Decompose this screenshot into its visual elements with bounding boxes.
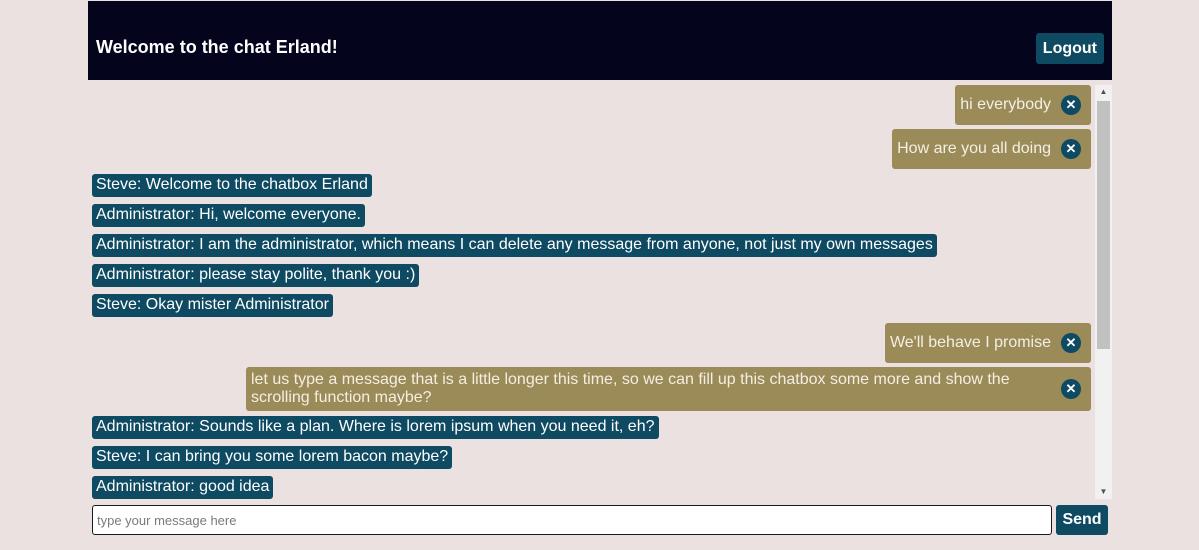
own-message-bubble: hi everybody ✕ — [955, 85, 1091, 125]
close-icon[interactable]: ✕ — [1061, 333, 1081, 353]
own-message: How are you all doing ✕ — [892, 129, 1091, 169]
message-text: Steve: Okay mister Administrator — [92, 294, 333, 317]
message-text: Steve: I can bring you some lorem bacon … — [92, 446, 453, 469]
message-text: Steve: Welcome to the chatbox Erland — [92, 174, 372, 197]
chat-area[interactable]: hi everybody ✕ How are you all doing ✕ S… — [88, 85, 1112, 499]
send-button[interactable]: Send — [1056, 505, 1108, 535]
other-message: Administrator: please stay polite, thank… — [92, 264, 420, 287]
own-message: hi everybody ✕ — [955, 85, 1091, 125]
message-text: We'll behave I promise — [889, 334, 1051, 351]
page-title: Welcome to the chat Erland! — [96, 37, 338, 57]
logout-button[interactable]: Logout — [1035, 33, 1104, 64]
other-message: Steve: Okay mister Administrator — [92, 294, 333, 317]
scrollbar-thumb[interactable] — [1097, 101, 1110, 349]
other-message: Administrator: I am the administrator, w… — [92, 234, 937, 257]
scroll-up-arrow-icon[interactable]: ▲ — [1095, 85, 1112, 99]
own-message-bubble: How are you all doing ✕ — [892, 129, 1091, 169]
own-message-bubble: We'll behave I promise ✕ — [884, 323, 1091, 363]
message-input[interactable] — [92, 505, 1052, 535]
chat-app: Welcome to the chat Erland! Logout hi ev… — [88, 1, 1112, 550]
own-message: let us type a message that is a little l… — [246, 367, 1091, 411]
vertical-scrollbar[interactable]: ▲ ▼ — [1095, 85, 1112, 499]
message-text: Administrator: good idea — [92, 476, 274, 499]
other-message: Administrator: Sounds like a plan. Where… — [92, 416, 659, 439]
message-text: hi everybody — [960, 96, 1051, 113]
chat-header: Welcome to the chat Erland! Logout — [88, 1, 1112, 80]
own-message-bubble: let us type a message that is a little l… — [246, 367, 1091, 411]
close-icon[interactable]: ✕ — [1061, 379, 1081, 399]
message-text: Administrator: please stay polite, thank… — [92, 264, 420, 287]
own-message: We'll behave I promise ✕ — [884, 323, 1091, 363]
other-message: Steve: Welcome to the chatbox Erland — [92, 174, 372, 197]
close-icon[interactable]: ✕ — [1061, 95, 1081, 115]
other-message: Administrator: good idea — [92, 476, 274, 499]
message-text: How are you all doing — [897, 140, 1051, 157]
scroll-down-arrow-icon[interactable]: ▼ — [1095, 485, 1112, 499]
close-icon[interactable]: ✕ — [1061, 139, 1081, 159]
composer: Send — [92, 504, 1108, 535]
message-text: Administrator: Hi, welcome everyone. — [92, 204, 365, 227]
other-message: Steve: I can bring you some lorem bacon … — [92, 446, 453, 469]
message-text: Administrator: Sounds like a plan. Where… — [92, 416, 659, 439]
message-text: let us type a message that is a little l… — [251, 371, 1010, 406]
message-text: Administrator: I am the administrator, w… — [92, 234, 937, 257]
message-list[interactable]: hi everybody ✕ How are you all doing ✕ S… — [88, 85, 1095, 499]
other-message: Administrator: Hi, welcome everyone. — [92, 204, 365, 227]
